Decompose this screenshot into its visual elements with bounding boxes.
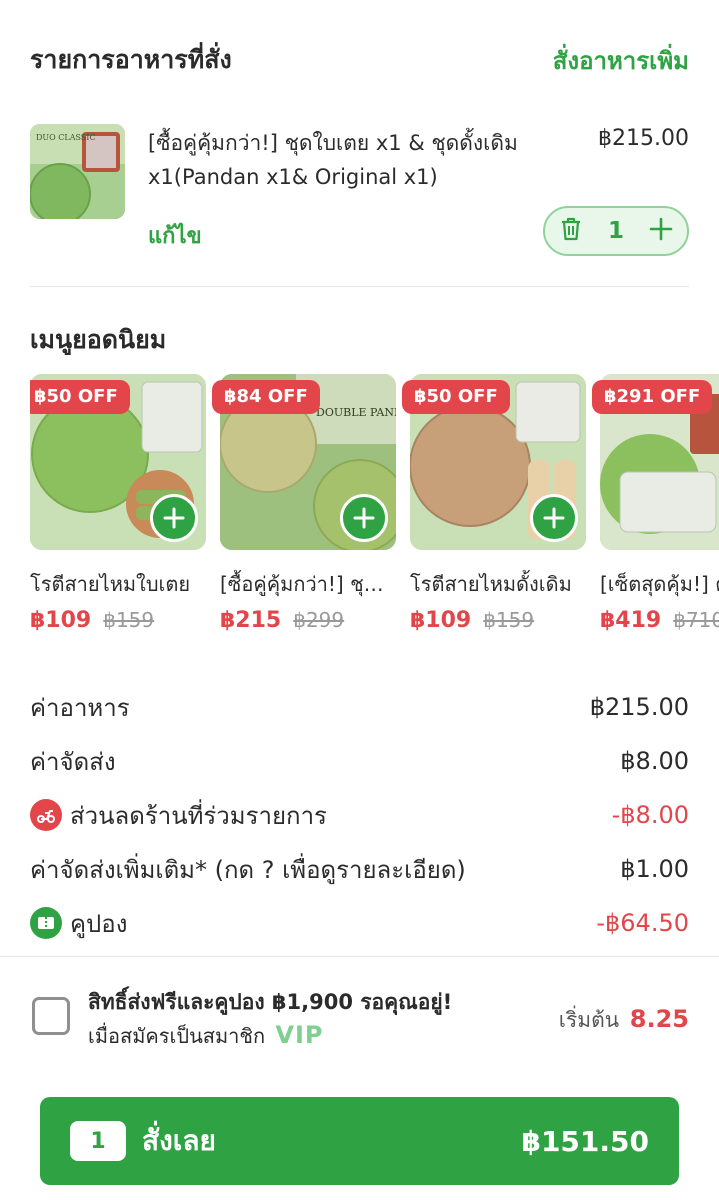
popular-item[interactable]: ฿50 OFF โรตีสายไหมใบเตย ฿109 ฿159 [30, 374, 206, 633]
plus-icon[interactable] [649, 217, 673, 245]
store-discount-value: -฿8.00 [611, 801, 689, 829]
food-cost-label: ค่าอาหาร [30, 693, 130, 722]
discount-badge: ฿50 OFF [30, 380, 130, 414]
popular-item-old-price: ฿159 [103, 608, 155, 632]
section-divider [30, 286, 689, 287]
vip-promo-subtext: เมื่อสมัครเป็นสมาชิก VIP [88, 1020, 324, 1052]
vip-badge: VIP [275, 1021, 324, 1049]
quantity-stepper: 1 [543, 206, 689, 256]
order-total: ฿151.50 [521, 1124, 649, 1158]
add-more-food-link[interactable]: สั่งอาหารเพิ่ม [553, 41, 689, 80]
popular-item-img-text: DOUBLE PANDAN [316, 406, 396, 419]
vip-upsell: สิทธิ์ส่งฟรีและคูปอง ฿1,900 รอคุณอยู่! เ… [30, 980, 689, 1060]
popular-menu-carousel: ฿50 OFF โรตีสายไหมใบเตย ฿109 ฿159 ฿84 OFF [30, 374, 719, 644]
summary-row-extra-delivery[interactable]: ค่าจัดส่งเพิ่มเติม* (กด ? เพื่อดูรายละเอ… [30, 842, 689, 896]
popular-item[interactable]: ฿291 OFF [เซ็ตสุดคุ้ม!] ครอบครัว ฿419 ฿71… [592, 374, 719, 633]
extra-delivery-label: ค่าจัดส่งเพิ่มเติม* (กด ? เพื่อดูรายละเอ… [30, 855, 466, 884]
popular-item-price: ฿215 [220, 608, 282, 633]
trash-icon[interactable] [559, 216, 583, 246]
coupon-icon [30, 907, 62, 939]
plus-icon [353, 507, 375, 529]
cart-item-photo: DUO CLASSIC [30, 124, 125, 219]
add-item-button[interactable] [530, 494, 578, 542]
popular-item-price: ฿109 [30, 608, 92, 633]
page-title: รายการอาหารที่สั่ง [30, 45, 232, 74]
add-item-button[interactable] [150, 494, 198, 542]
coupon-value: -฿64.50 [596, 909, 689, 937]
cart-item-price: ฿215.00 [598, 126, 689, 151]
vip-divider [0, 956, 719, 957]
extra-delivery-value: ฿1.00 [620, 855, 689, 883]
popular-item-old-price: ฿710 [673, 608, 719, 632]
vip-checkbox[interactable] [32, 997, 70, 1035]
add-item-button[interactable] [340, 494, 388, 542]
store-discount-label: ส่วนลดร้านที่ร่วมรายการ [70, 801, 327, 830]
order-item-count: 1 [70, 1121, 126, 1161]
discount-badge: ฿291 OFF [592, 380, 713, 414]
plus-icon [163, 507, 185, 529]
summary-row-delivery: ค่าจัดส่ง ฿8.00 [30, 734, 689, 788]
vip-promo-headline: สิทธิ์ส่งฟรีและคูปอง ฿1,900 รอคุณอยู่! [88, 990, 453, 1014]
price-summary: ค่าอาหาร ฿215.00 ค่าจัดส่ง ฿8.00 ส่วนลดร… [30, 680, 689, 950]
popular-item-name: [เซ็ตสุดคุ้ม!] ครอบครัว [600, 572, 719, 596]
discount-badge: ฿84 OFF [212, 380, 320, 414]
food-cost-value: ฿215.00 [589, 693, 689, 721]
vip-subtext: เมื่อสมัครเป็นสมาชิก [88, 1024, 266, 1048]
place-order-label: สั่งเลย [142, 1124, 216, 1157]
popular-menu-title: เมนูยอดนิยม [30, 325, 167, 354]
cart-thumb-text: DUO CLASSIC [36, 133, 96, 142]
summary-row-discount: ส่วนลดร้านที่ร่วมรายการ -฿8.00 [30, 788, 689, 842]
scooter-discount-icon [30, 799, 62, 831]
plus-icon [543, 507, 565, 529]
cart-item: DUO CLASSIC [ซื้อคู่คุ้มกว่า!] ชุดใบเตย … [30, 122, 689, 262]
popular-item-name: [ซื้อคู่คุ้มกว่า!] ชุดใบเตย [220, 572, 396, 596]
coupon-label: คูปอง [70, 909, 128, 938]
popular-item[interactable]: ฿50 OFF โรตีสายไหมดั้งเดิม ฿109 ฿159 [402, 374, 586, 633]
popular-item-old-price: ฿299 [293, 608, 345, 632]
item-quantity: 1 [607, 218, 624, 244]
summary-row-food: ค่าอาหาร ฿215.00 [30, 680, 689, 734]
place-order-button[interactable]: 1 สั่งเลย ฿151.50 [40, 1097, 679, 1185]
discount-badge: ฿50 OFF [402, 380, 510, 414]
popular-item-price: ฿419 [600, 608, 662, 633]
summary-row-coupon[interactable]: คูปอง -฿64.50 [30, 896, 689, 950]
vip-price-prefix: เริ่มต้น [558, 1008, 620, 1032]
popular-item[interactable]: ฿84 OFF DOUBLE PANDAN [ซื้อคู่คุ้มกว่า!]… [212, 374, 396, 633]
popular-item-name: โรตีสายไหมดั้งเดิม [410, 572, 572, 596]
cart-item-image: DUO CLASSIC [30, 124, 125, 219]
order-header: รายการอาหารที่สั่ง สั่งอาหารเพิ่ม [30, 40, 689, 80]
popular-item-old-price: ฿159 [483, 608, 535, 632]
edit-item-link[interactable]: แก้ไข [148, 218, 202, 253]
cart-item-name: [ซื้อคู่คุ้มกว่า!] ชุดใบเตย x1 & ชุดดั้ง… [148, 131, 518, 189]
delivery-fee-value: ฿8.00 [620, 747, 689, 775]
popular-item-name: โรตีสายไหมใบเตย [30, 572, 191, 596]
popular-item-price: ฿109 [410, 608, 472, 633]
vip-price-amount: 8.25 [629, 1005, 689, 1033]
vip-price: เริ่มต้น 8.25 [559, 1004, 689, 1037]
delivery-fee-label: ค่าจัดส่ง [30, 747, 116, 776]
